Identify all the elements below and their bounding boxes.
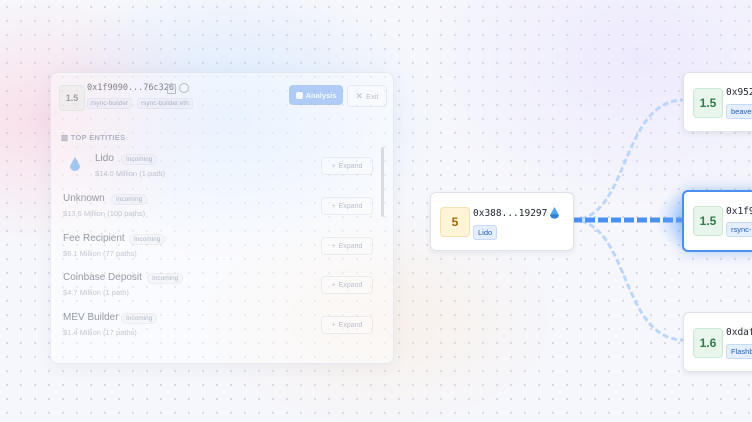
risk-score-badge: 5: [440, 207, 470, 237]
settings-icon[interactable]: [179, 83, 189, 93]
expand-button[interactable]: + Expand: [321, 276, 373, 294]
plus-icon: +: [331, 321, 336, 329]
node-tag: Flashb: [726, 344, 752, 359]
node-tag: beaver: [726, 104, 752, 119]
top-entities-heading: ▥ TOP ENTITIES: [61, 133, 126, 142]
entity-value: $14.0 Million (1 path): [95, 169, 166, 178]
entity-value: $13.6 Million (100 paths): [63, 209, 146, 218]
entity-badge: Incoming: [111, 194, 148, 205]
entity-badge: Incoming: [121, 154, 158, 165]
expand-button[interactable]: + Expand: [321, 316, 373, 334]
entity-value: $1.4 Million (17 paths): [63, 328, 137, 337]
node-tag: rsync-: [726, 222, 752, 237]
graph-canvas[interactable]: 1.5 0x1f9090...76c326 rsync-builder rsyn…: [0, 0, 752, 422]
node-address: 0x388...19297: [473, 208, 548, 219]
expand-button[interactable]: + Expand: [321, 237, 373, 255]
panel-score-badge: 1.5: [59, 85, 85, 111]
plus-icon: +: [331, 162, 336, 170]
graph-node-bottom[interactable]: 1.6 0xdaf Flashb: [683, 312, 752, 372]
panel-scrollbar[interactable]: [381, 147, 384, 217]
entity-value: $6.1 Million (77 paths): [63, 249, 137, 258]
graph-node-source[interactable]: 5 0x388...19297 Lido: [430, 192, 574, 251]
entity-name: Lido: [95, 153, 114, 164]
plus-icon: +: [331, 242, 336, 250]
entity-name: Unknown: [63, 193, 105, 204]
analysis-button[interactable]: Analysis: [289, 85, 343, 105]
entity-badge: Incoming: [121, 313, 158, 324]
risk-score-badge: 1.5: [693, 88, 723, 118]
node-address: 0x1f9: [726, 206, 752, 217]
entity-value: $4.7 Million (1 path): [63, 288, 129, 297]
plus-icon: +: [331, 202, 336, 210]
close-icon: ✕: [355, 90, 364, 101]
entity-name: Fee Recipient: [63, 233, 125, 244]
lido-drop-icon: [69, 157, 81, 173]
risk-score-badge: 1.6: [693, 328, 723, 358]
expand-button[interactable]: + Expand: [321, 197, 373, 215]
node-address: 0xdaf: [726, 327, 752, 338]
risk-score-badge: 1.5: [693, 206, 723, 236]
exit-button-label: Exit: [366, 91, 379, 101]
entity-name: MEV Builder: [63, 312, 119, 323]
graph-node-top[interactable]: 1.5 0x952 beaver: [683, 72, 752, 132]
panel-tag-1: rsync-builder: [87, 98, 133, 109]
analysis-icon: [295, 91, 303, 99]
node-tag: Lido: [473, 225, 498, 240]
analysis-button-label: Analysis: [305, 90, 337, 100]
lido-drop-icon: [549, 207, 560, 226]
entity-badge: Incoming: [147, 273, 184, 284]
entity-name: Coinbase Deposit: [63, 272, 142, 283]
graph-node-selected[interactable]: 1.5 0x1f9 rsync-: [682, 190, 752, 252]
panel-address: 0x1f9090...76c326: [87, 83, 174, 93]
entity-badge: Incoming: [129, 234, 166, 245]
panel-tag-2: rsync-builder.eth: [137, 98, 193, 109]
exit-button[interactable]: ✕ Exit: [347, 85, 387, 107]
expand-button[interactable]: + Expand: [321, 157, 373, 175]
node-address: 0x952: [726, 87, 752, 98]
copy-icon[interactable]: [167, 84, 176, 94]
building-icon: ▥: [61, 133, 69, 142]
analysis-panel: 1.5 0x1f9090...76c326 rsync-builder rsyn…: [50, 72, 394, 364]
plus-icon: +: [331, 281, 336, 289]
